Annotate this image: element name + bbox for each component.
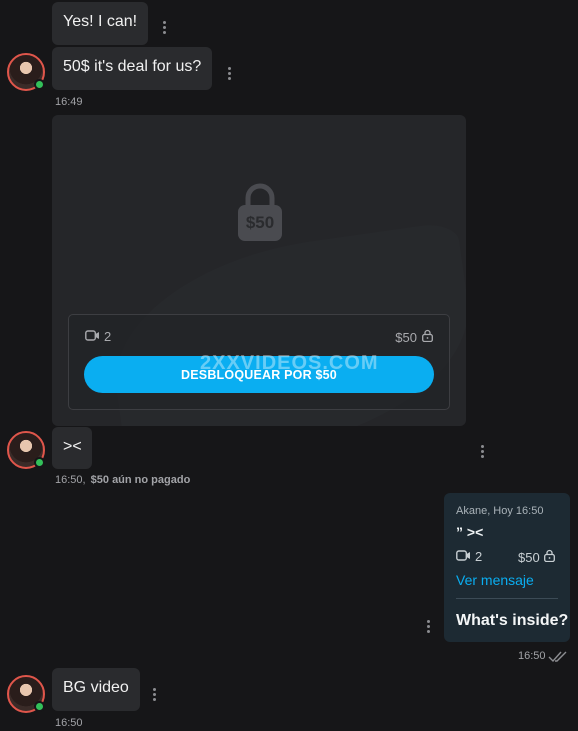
- video-count: 2: [104, 329, 112, 344]
- more-options-icon[interactable]: [157, 18, 171, 36]
- unlock-button[interactable]: DESBLOQUEAR POR $50: [84, 356, 434, 393]
- sent-message-bubble: Akane, Hoy 16:50 ” >< 2 $50 Ver mensaje …: [444, 493, 570, 642]
- more-options-icon[interactable]: [147, 685, 161, 703]
- media-info-box: 2 $50 DESBLOQUEAR POR $50: [68, 314, 450, 410]
- lock-price-label: $50: [245, 213, 275, 232]
- media-price: $50: [518, 549, 540, 565]
- avatar[interactable]: [7, 431, 45, 469]
- online-status-dot: [34, 79, 45, 90]
- payment-status: $50 aún no pagado: [90, 474, 191, 486]
- message-timestamp: 16:50: [518, 650, 546, 662]
- message-bubble: BG video: [52, 668, 140, 711]
- locked-media-card[interactable]: $50 2 $50 DESBLOQUEAR POR $50: [52, 115, 466, 426]
- video-count: 2: [475, 549, 483, 564]
- more-options-icon[interactable]: [222, 64, 236, 82]
- message-text: BG video: [63, 679, 129, 696]
- lock-icon: [543, 549, 555, 565]
- media-price: $50: [395, 329, 417, 345]
- message-timestamp: 16:50: [55, 717, 83, 729]
- message-text: Yes! I can!: [63, 13, 138, 30]
- reply-header: Akane, Hoy 16:50: [456, 505, 544, 517]
- avatar[interactable]: [7, 675, 45, 713]
- message-text: 50$ it's deal for us?: [63, 58, 202, 75]
- more-options-icon[interactable]: [475, 442, 489, 460]
- message-timestamp: 16:49: [55, 96, 83, 108]
- quoted-text: ” ><: [456, 524, 484, 540]
- online-status-dot: [34, 457, 45, 468]
- message-bubble: ><: [52, 427, 92, 469]
- divider: [456, 598, 558, 599]
- message-text: What's inside?: [456, 612, 569, 629]
- message-time: 16:50,: [55, 474, 86, 486]
- video-camera-icon: [456, 549, 471, 564]
- lock-icon: [422, 329, 433, 345]
- message-text: ><: [63, 438, 82, 455]
- message-timestamp: 16:50, $50 aún no pagado: [55, 474, 190, 486]
- double-check-icon: [548, 650, 568, 668]
- message-bubble: Yes! I can!: [52, 2, 149, 45]
- lock-icon: $50: [238, 183, 282, 241]
- avatar[interactable]: [7, 53, 45, 91]
- more-options-icon[interactable]: [421, 617, 435, 635]
- video-camera-icon: [85, 329, 100, 344]
- view-message-link[interactable]: Ver mensaje: [456, 572, 534, 588]
- message-bubble: 50$ it's deal for us?: [52, 47, 213, 90]
- online-status-dot: [34, 701, 45, 712]
